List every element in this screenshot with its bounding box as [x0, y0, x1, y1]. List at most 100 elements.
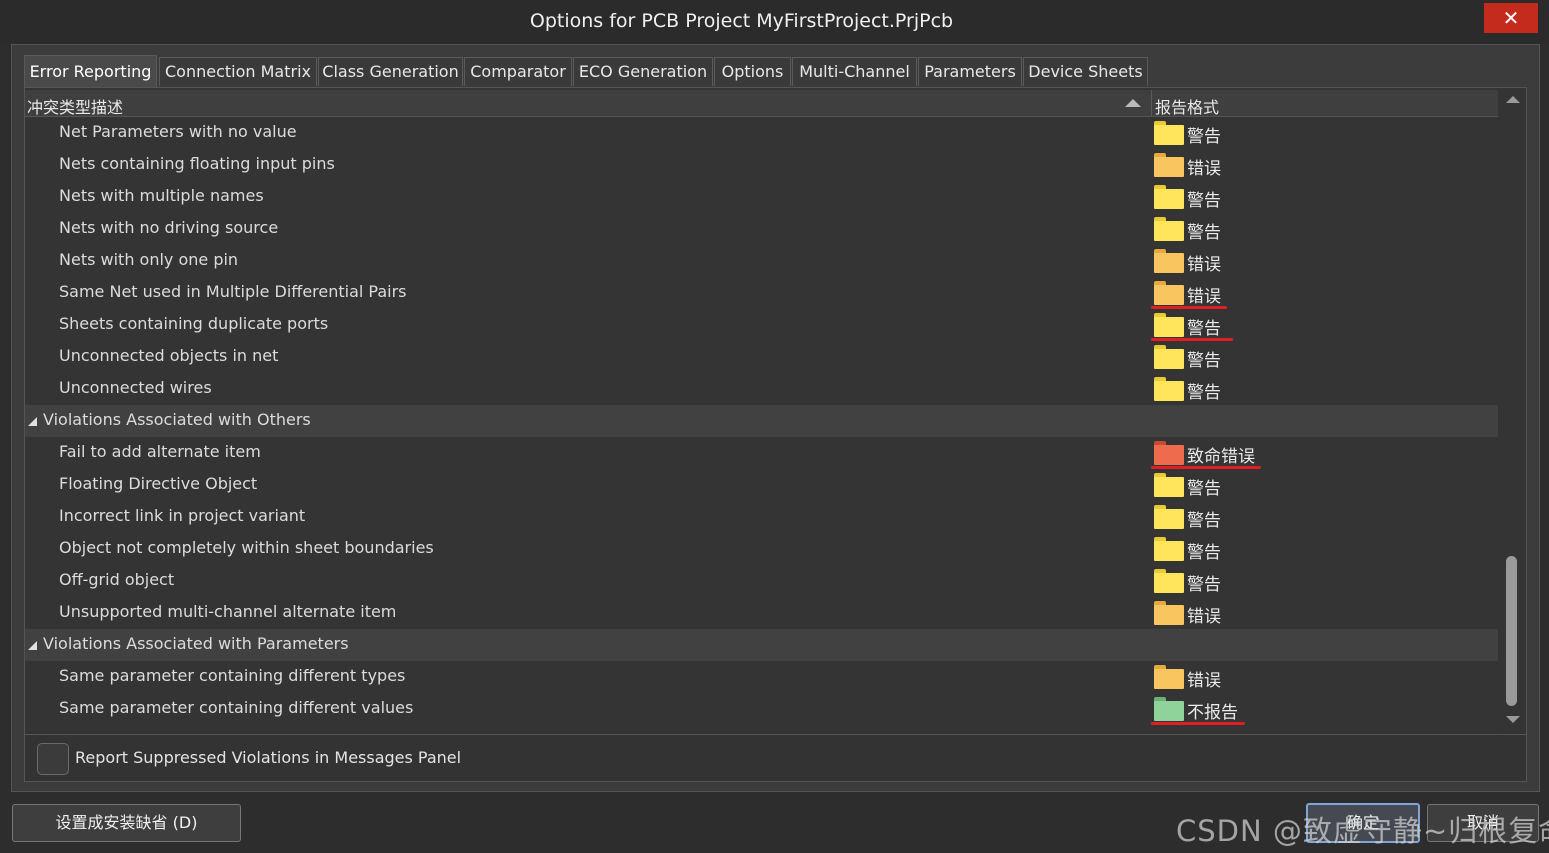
report-mode-value[interactable]: 错误 — [1187, 666, 1221, 691]
report-mode-value[interactable]: 警告 — [1187, 122, 1221, 147]
report-mode-value[interactable]: 错误 — [1187, 602, 1221, 627]
violation-label: Incorrect link in project variant — [59, 506, 306, 525]
violation-label: Fail to add alternate item — [59, 442, 261, 461]
report-mode-value[interactable]: 错误 — [1187, 250, 1221, 275]
red-annotation-underline — [1151, 722, 1245, 725]
expand-triangle-icon[interactable] — [28, 417, 37, 426]
close-button[interactable]: ✕ — [1484, 3, 1538, 33]
violation-label: Off-grid object — [59, 570, 175, 589]
tab-device-sheets[interactable]: Device Sheets — [1023, 57, 1148, 86]
tab-multi-channel[interactable]: Multi-Channel — [792, 57, 917, 86]
folder-icon — [1154, 217, 1184, 241]
report-mode-value[interactable]: 警告 — [1187, 218, 1221, 243]
table-row[interactable]: Incorrect link in project variant 警告 — [25, 501, 1498, 533]
table-row[interactable]: Same parameter containing different valu… — [25, 693, 1498, 725]
violation-label: Nets with only one pin — [59, 250, 239, 269]
table-row[interactable]: Unsupported multi-channel alternate item… — [25, 597, 1498, 629]
report-mode-value[interactable]: 错误 — [1187, 282, 1221, 307]
violation-label: Net Parameters with no value — [59, 122, 297, 141]
violation-label: Nets containing floating input pins — [59, 154, 335, 173]
folder-icon — [1154, 281, 1184, 305]
violation-label: Unconnected wires — [59, 378, 212, 397]
violation-label: Same parameter containing different valu… — [59, 698, 414, 717]
column-header-report-mode[interactable]: 报告格式 — [1155, 94, 1219, 118]
set-default-button[interactable]: 设置成安装缺省 (D) — [12, 804, 241, 842]
vertical-scrollbar[interactable] — [1499, 88, 1525, 733]
tab-class-generation[interactable]: Class Generation — [318, 57, 463, 86]
tab-parameters[interactable]: Parameters — [918, 57, 1022, 86]
title-bar: Options for PCB Project MyFirstProject.P… — [0, 0, 1549, 44]
tab-connection-matrix[interactable]: Connection Matrix — [159, 57, 317, 86]
sort-ascending-icon — [1125, 99, 1141, 107]
table-row[interactable]: Nets with no driving source 警告 — [25, 213, 1498, 245]
group-label: Violations Associated with Parameters — [43, 634, 349, 653]
table-row[interactable]: Nets containing floating input pins 错误 — [25, 149, 1498, 181]
group-row[interactable]: Violations Associated with Parameters — [25, 629, 1498, 661]
table-row[interactable]: Sheets containing duplicate ports 警告 — [25, 309, 1498, 341]
report-mode-value[interactable]: 致命错误 — [1187, 442, 1255, 467]
report-mode-value[interactable]: 错误 — [1187, 154, 1221, 179]
table-row[interactable]: Net Parameters with no value 警告 — [25, 117, 1498, 149]
report-suppressed-checkbox[interactable] — [37, 743, 69, 775]
violation-label: Unsupported multi-channel alternate item — [59, 602, 397, 621]
tab-eco-generation[interactable]: ECO Generation — [573, 57, 713, 86]
violation-label: Same Net used in Multiple Differential P… — [59, 282, 407, 301]
folder-icon — [1154, 153, 1184, 177]
group-row[interactable]: Violations Associated with Others — [25, 405, 1498, 437]
violation-label: Nets with multiple names — [59, 186, 264, 205]
expand-triangle-icon[interactable] — [28, 641, 37, 650]
table-row[interactable]: Off-grid object 警告 — [25, 565, 1498, 597]
report-mode-value[interactable]: 警告 — [1187, 346, 1221, 371]
group-label: Violations Associated with Others — [43, 410, 311, 429]
report-mode-value[interactable]: 警告 — [1187, 378, 1221, 403]
folder-icon — [1154, 313, 1184, 337]
violation-label: Unconnected objects in net — [59, 346, 279, 365]
folder-icon — [1154, 185, 1184, 209]
folder-icon — [1154, 441, 1184, 465]
violations-grid: 冲突类型描述 报告格式 Net Parameters with no value… — [25, 88, 1498, 733]
scrollbar-thumb[interactable] — [1506, 556, 1517, 706]
scroll-down-icon[interactable] — [1506, 716, 1520, 723]
tab-comparator[interactable]: Comparator — [464, 57, 572, 86]
violation-label: Same parameter containing different type… — [59, 666, 406, 685]
table-row[interactable]: Nets with multiple names 警告 — [25, 181, 1498, 213]
folder-icon — [1154, 569, 1184, 593]
table-row[interactable]: Fail to add alternate item 致命错误 — [25, 437, 1498, 469]
watermark: CSDN @致虚守静~归根复命 — [1176, 814, 1549, 848]
report-mode-value[interactable]: 警告 — [1187, 186, 1221, 211]
window-title: Options for PCB Project MyFirstProject.P… — [529, 10, 954, 32]
report-mode-value[interactable]: 警告 — [1187, 506, 1221, 531]
table-row[interactable]: Object not completely within sheet bound… — [25, 533, 1498, 565]
error-reporting-panel: 冲突类型描述 报告格式 Net Parameters with no value… — [24, 87, 1527, 782]
folder-icon — [1154, 697, 1184, 721]
report-mode-value[interactable]: 警告 — [1187, 538, 1221, 563]
violation-label: Nets with no driving source — [59, 218, 279, 237]
table-row[interactable]: Same Net used in Multiple Differential P… — [25, 277, 1498, 309]
table-row[interactable]: Unconnected wires 警告 — [25, 373, 1498, 405]
folder-icon — [1154, 601, 1184, 625]
dialog-body: Error Reporting Connection Matrix Class … — [11, 44, 1540, 792]
divider — [25, 734, 1526, 735]
report-mode-value[interactable]: 警告 — [1187, 570, 1221, 595]
folder-icon — [1154, 345, 1184, 369]
report-mode-value[interactable]: 警告 — [1187, 314, 1221, 339]
folder-icon — [1154, 121, 1184, 145]
column-header-description[interactable]: 冲突类型描述 — [27, 94, 123, 118]
folder-icon — [1154, 665, 1184, 689]
report-suppressed-label: Report Suppressed Violations in Messages… — [75, 748, 462, 767]
violation-label: Object not completely within sheet bound… — [59, 538, 434, 557]
report-mode-value[interactable]: 警告 — [1187, 474, 1221, 499]
table-row[interactable]: Same parameter containing different type… — [25, 661, 1498, 693]
scroll-up-icon[interactable] — [1506, 96, 1520, 103]
grid-header: 冲突类型描述 报告格式 — [25, 90, 1498, 117]
report-mode-value[interactable]: 不报告 — [1187, 698, 1238, 723]
folder-icon — [1154, 249, 1184, 273]
table-row[interactable]: Nets with only one pin 错误 — [25, 245, 1498, 277]
violation-label: Floating Directive Object — [59, 474, 258, 493]
table-row[interactable]: Unconnected objects in net 警告 — [25, 341, 1498, 373]
tab-error-reporting[interactable]: Error Reporting — [24, 55, 157, 87]
table-row[interactable]: Floating Directive Object 警告 — [25, 469, 1498, 501]
folder-icon — [1154, 473, 1184, 497]
tab-options[interactable]: Options — [714, 57, 791, 86]
violation-label: Sheets containing duplicate ports — [59, 314, 329, 333]
